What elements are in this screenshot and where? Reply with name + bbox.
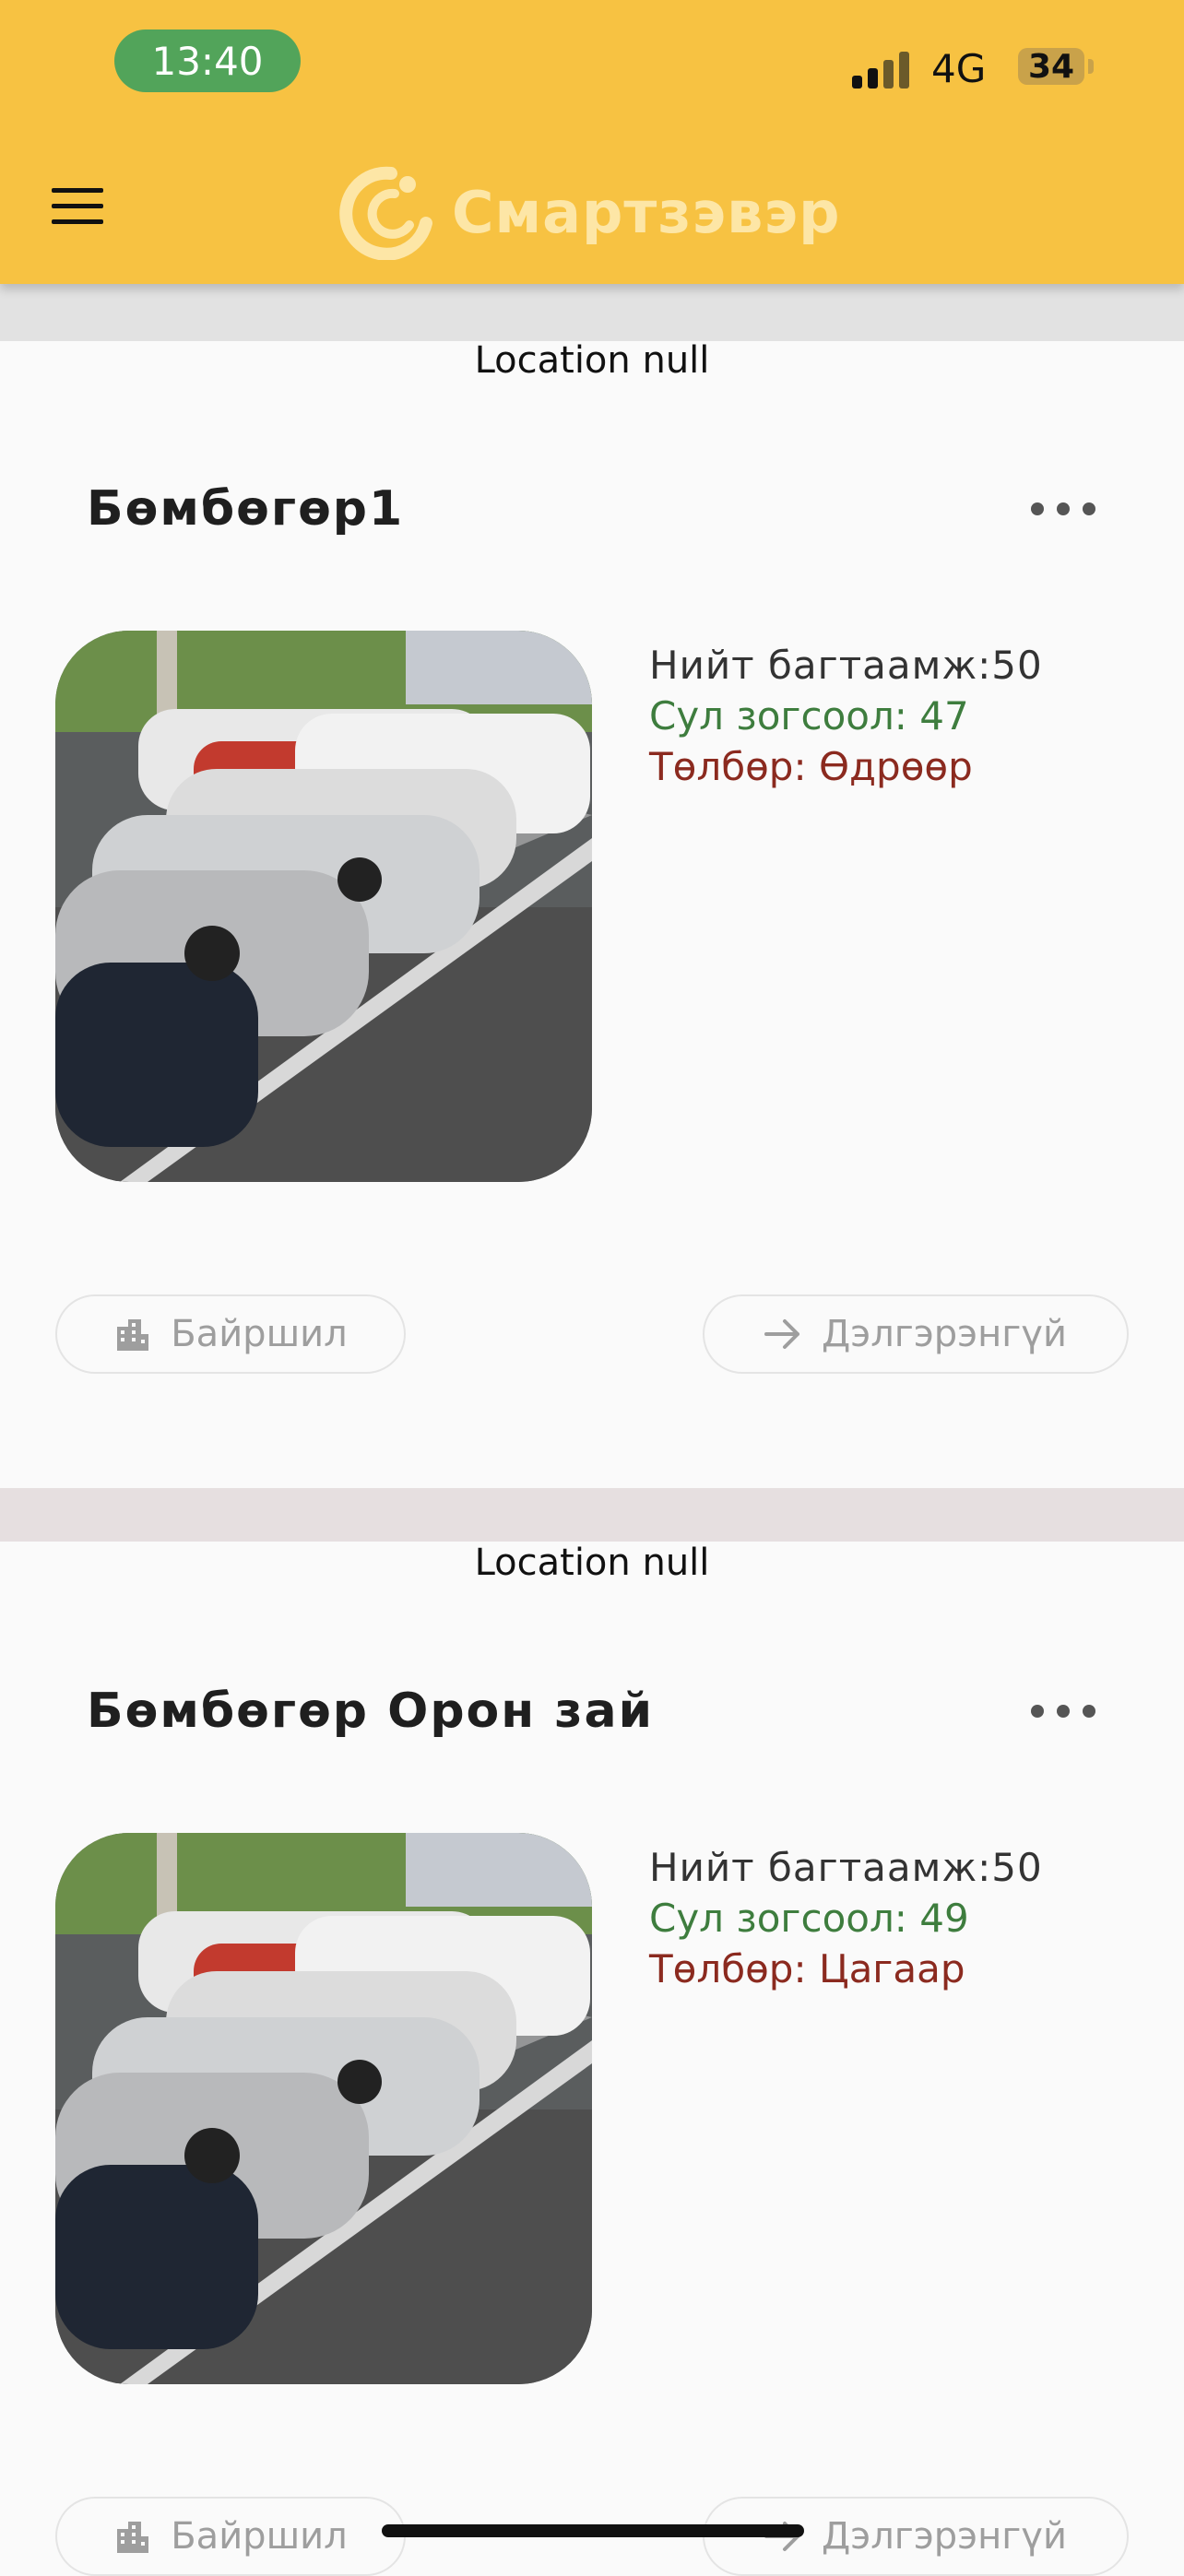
free-spots-text: Сул зогсоол: 47 bbox=[649, 693, 969, 739]
location-button-label: Байршил bbox=[171, 1313, 348, 1355]
cellular-signal-icon bbox=[852, 50, 913, 89]
logo-icon bbox=[339, 166, 432, 260]
logo-text: Смартзэвэр bbox=[452, 178, 841, 246]
home-indicator[interactable] bbox=[382, 2524, 804, 2537]
battery-level: 34 bbox=[1027, 47, 1075, 86]
parking-info: Нийт багтаамж:50 Сул зогсоол: 49 Төлбөр:… bbox=[649, 1842, 1043, 1994]
app-logo: Смартзэвэр bbox=[337, 157, 854, 267]
building-icon bbox=[117, 2522, 149, 2553]
details-button-label: Дэлгэрэнгүй bbox=[822, 2515, 1067, 2558]
battery-icon: 34 bbox=[1018, 47, 1084, 86]
capacity-text: Нийт багтаамж:50 bbox=[649, 643, 1043, 688]
details-button-label: Дэлгэрэнгүй bbox=[822, 1313, 1067, 1355]
status-time: 13:40 bbox=[114, 30, 301, 92]
parking-title: Бөмбөгөр Орон зай bbox=[87, 1684, 655, 1739]
location-button[interactable]: Байршил bbox=[55, 2497, 406, 2576]
payment-text: Төлбөр: Өдрөөр bbox=[649, 744, 973, 789]
arrow-right-icon bbox=[764, 1319, 800, 1349]
parking-info: Нийт багтаамж:50 Сул зогсоол: 47 Төлбөр:… bbox=[649, 640, 1043, 792]
location-label: Location null bbox=[474, 1542, 710, 1584]
separator-band bbox=[0, 284, 1184, 341]
app-header: 13:40 4G 34 Смартзэвэр bbox=[0, 0, 1184, 284]
location-button[interactable]: Байршил bbox=[55, 1294, 406, 1374]
parking-photo bbox=[55, 631, 592, 1182]
payment-text: Төлбөр: Цагаар bbox=[649, 1946, 965, 1991]
capacity-text: Нийт багтаамж:50 bbox=[649, 1845, 1043, 1890]
building-icon bbox=[117, 1319, 149, 1351]
network-type: 4G bbox=[931, 46, 987, 91]
location-button-label: Байршил bbox=[171, 2515, 348, 2558]
free-spots-text: Сул зогсоол: 49 bbox=[649, 1896, 969, 1941]
hamburger-menu-icon[interactable] bbox=[52, 188, 103, 225]
separator-band bbox=[0, 1488, 1184, 1542]
parking-photo bbox=[55, 1833, 592, 2384]
location-label: Location null bbox=[474, 339, 710, 382]
details-button[interactable]: Дэлгэрэнгүй bbox=[703, 1294, 1129, 1374]
parking-title: Бөмбөгөр1 bbox=[87, 481, 405, 537]
more-options-icon[interactable] bbox=[1031, 495, 1095, 523]
more-options-icon[interactable] bbox=[1031, 1697, 1095, 1725]
battery-tip bbox=[1088, 59, 1094, 74]
